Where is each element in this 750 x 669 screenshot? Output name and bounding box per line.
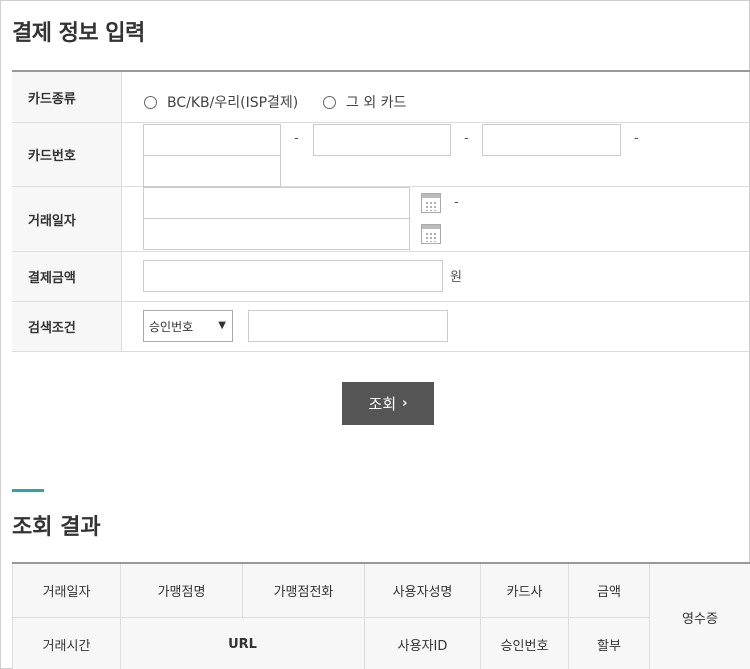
dash: - bbox=[294, 131, 299, 146]
col-card-company: 카드사 bbox=[480, 562, 569, 618]
trade-date-end-input[interactable] bbox=[143, 218, 410, 250]
row-amount: 결제금액 원 bbox=[12, 252, 750, 302]
search-button-label: 조회 bbox=[368, 395, 397, 413]
calendar-icon[interactable] bbox=[421, 224, 441, 244]
radio-circle[interactable] bbox=[323, 95, 336, 109]
col-merchant-name: 가맹점명 bbox=[120, 562, 243, 618]
col-approval-number: 승인번호 bbox=[480, 616, 569, 669]
search-condition-value: 승인번호 bbox=[149, 319, 194, 334]
col-user-id: 사용자ID bbox=[364, 616, 481, 669]
radio-isp-label: BC/KB/우리(ISP결제) bbox=[167, 95, 299, 111]
col-merchant-phone: 가맹점전화 bbox=[242, 562, 365, 618]
dash: - bbox=[464, 131, 469, 146]
payment-form: 카드종류 BC/KB/우리(ISP결제) 그 외 카드 카드번호 - - - 거… bbox=[12, 70, 750, 352]
radio-isp[interactable]: BC/KB/우리(ISP결제) bbox=[144, 92, 298, 112]
card-number-input-3[interactable] bbox=[482, 124, 621, 156]
col-installment: 할부 bbox=[568, 616, 650, 669]
row-search-condition: 검색조건 승인번호 ▼ bbox=[12, 302, 750, 352]
trade-date-start-input[interactable] bbox=[143, 187, 410, 219]
radio-other-card[interactable]: 그 외 카드 bbox=[323, 92, 406, 112]
card-type-label: 카드종류 bbox=[12, 72, 122, 122]
col-user-name: 사용자성명 bbox=[364, 562, 481, 618]
table-row: 거래시간 URL 사용자ID 승인번호 할부 bbox=[12, 616, 750, 669]
col-trade-time: 거래시간 bbox=[12, 616, 121, 669]
card-number-input-2[interactable] bbox=[313, 124, 451, 156]
search-condition-select[interactable]: 승인번호 ▼ bbox=[143, 310, 233, 342]
row-card-number: 카드번호 - - - bbox=[12, 123, 750, 187]
chevron-down-icon: ▼ bbox=[218, 320, 226, 331]
calendar-icon[interactable] bbox=[421, 193, 441, 213]
radio-circle[interactable] bbox=[144, 95, 157, 109]
col-amount: 금액 bbox=[568, 562, 650, 618]
chevron-right-icon: › bbox=[402, 396, 408, 411]
card-number-label: 카드번호 bbox=[12, 123, 122, 186]
result-table: 거래일자 가맹점명 가맹점전화 사용자성명 카드사 금액 영수증 거래시간 UR… bbox=[12, 562, 750, 669]
card-number-input-4[interactable] bbox=[143, 155, 281, 187]
trade-date-label: 거래일자 bbox=[12, 187, 122, 251]
card-number-input-1[interactable] bbox=[143, 124, 281, 156]
section-accent-bar bbox=[12, 489, 44, 492]
page-title: 결제 정보 입력 bbox=[12, 21, 145, 46]
amount-label: 결제금액 bbox=[12, 252, 122, 301]
amount-input[interactable] bbox=[143, 260, 443, 292]
amount-unit: 원 bbox=[450, 270, 462, 285]
col-trade-date: 거래일자 bbox=[12, 562, 121, 618]
radio-other-label: 그 외 카드 bbox=[346, 95, 407, 111]
dash: - bbox=[454, 195, 459, 210]
row-trade-date: 거래일자 - bbox=[12, 187, 750, 252]
col-url: URL bbox=[120, 616, 365, 669]
search-condition-label: 검색조건 bbox=[12, 302, 122, 351]
search-button[interactable]: 조회 › bbox=[342, 382, 434, 425]
col-receipt: 영수증 bbox=[649, 562, 750, 669]
search-keyword-input[interactable] bbox=[248, 310, 448, 342]
dash: - bbox=[634, 131, 639, 146]
result-title: 조회 결과 bbox=[12, 515, 101, 540]
row-card-type: 카드종류 BC/KB/우리(ISP결제) 그 외 카드 bbox=[12, 72, 750, 123]
table-row: 거래일자 가맹점명 가맹점전화 사용자성명 카드사 금액 영수증 bbox=[12, 562, 750, 669]
